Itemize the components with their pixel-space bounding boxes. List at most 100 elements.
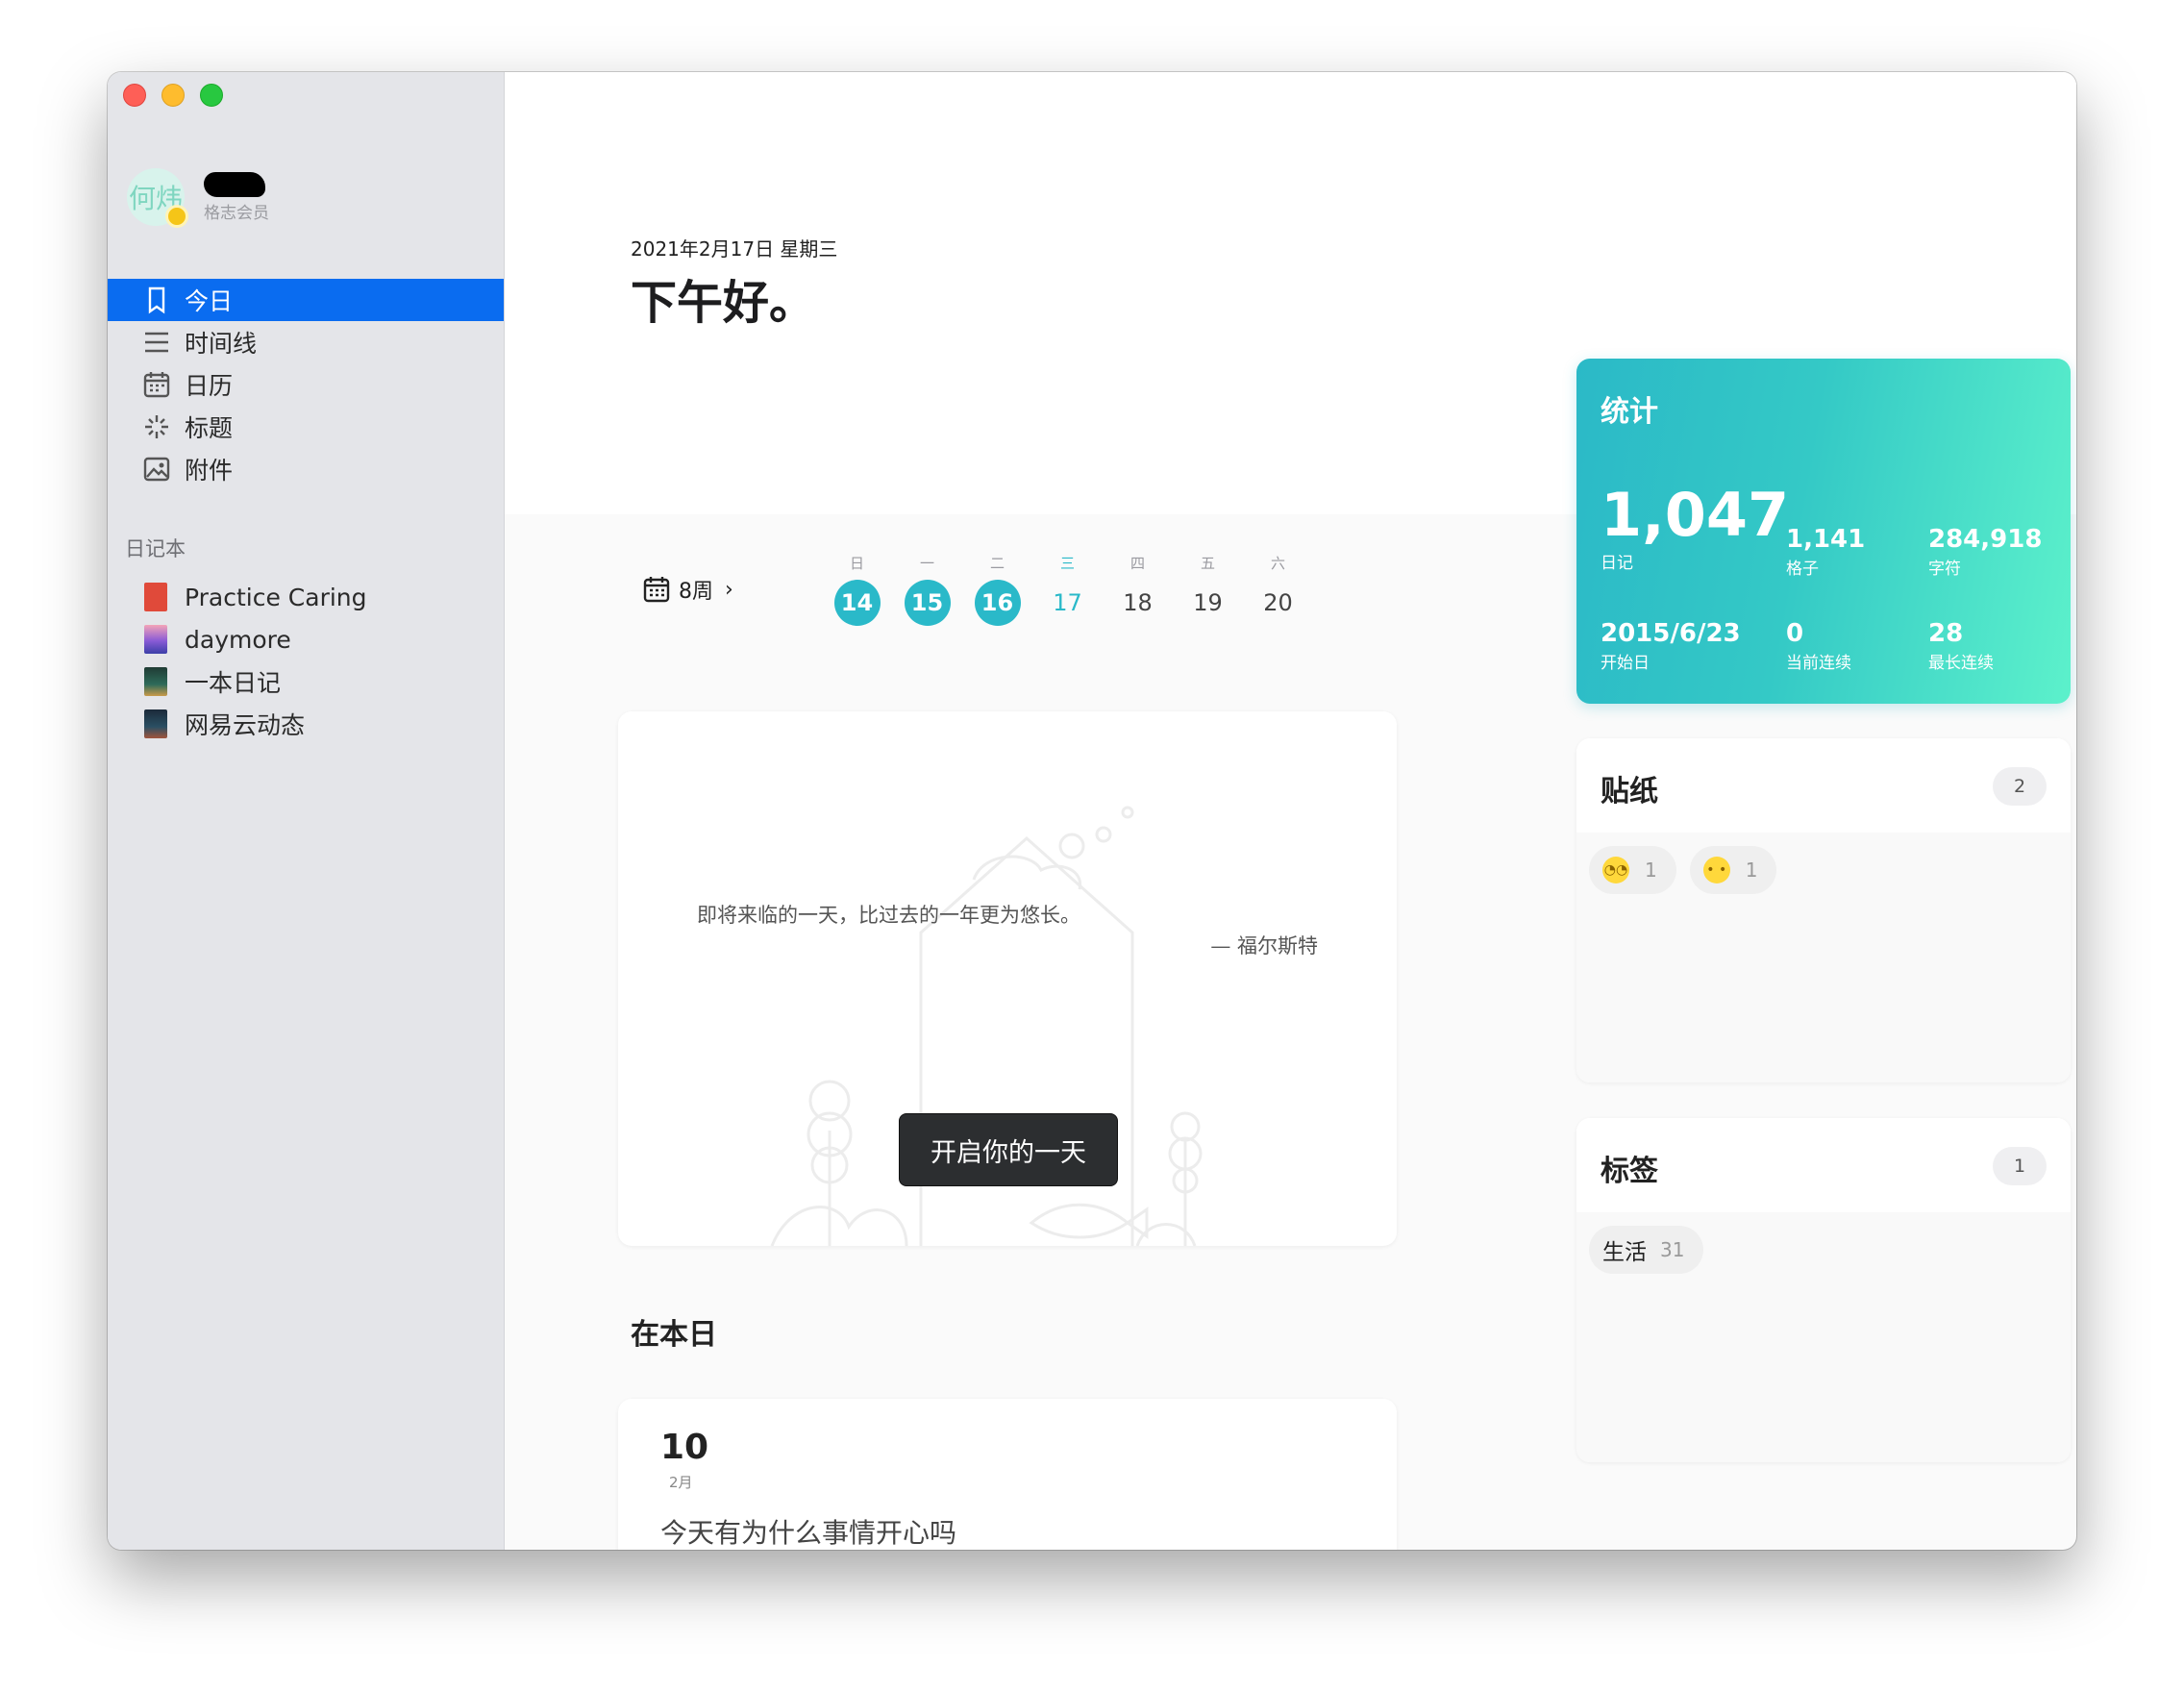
entry-day: 10 — [660, 1428, 709, 1467]
notebooks-section-title: 日记本 — [125, 537, 186, 560]
calendar-icon — [643, 577, 670, 603]
stickers-count-badge: 2 — [1993, 767, 2047, 806]
stat-chars: 284,918 字符 — [1928, 524, 2042, 579]
stat-value: 28 — [1928, 619, 1964, 648]
avatar[interactable]: 何炜 — [127, 168, 188, 228]
sidebar-item-label: 日历 — [185, 372, 234, 400]
day-of-week: 五 — [1200, 555, 1215, 572]
daily-quote-card: 即将来临的一天，比过去的一年更为悠长。 — 福尔斯特 开启你的一天 — [618, 711, 1397, 1246]
tags-panel: 标签 1 生活 31 — [1576, 1118, 2071, 1462]
stats-card[interactable]: 统计 1,047 日记 1,141 格子 284,918 字符 2015/6/2… — [1576, 359, 2071, 704]
notebook-list: Practice Caring daymore 一本日记 网易云动态 — [108, 576, 504, 745]
day-of-week: 六 — [1270, 555, 1285, 572]
sticker-list: ◔◔ 1 • • 1 — [1589, 846, 1777, 894]
day-number: 16 — [974, 580, 1021, 626]
day-16[interactable]: 二 16 — [962, 553, 1032, 626]
minimize-window-button[interactable] — [161, 84, 185, 107]
stat-label: 格子 — [1786, 560, 1819, 579]
sidebar-item-label: 附件 — [185, 457, 234, 485]
current-date: 2021年2月17日 星期三 — [631, 237, 838, 261]
tag-chip-life[interactable]: 生活 31 — [1589, 1226, 1704, 1274]
profile-meta: 格志会员 — [204, 171, 269, 223]
sticker-count: 1 — [1745, 858, 1758, 882]
sidebar-item-titles[interactable]: 标题 — [108, 406, 504, 448]
stat-label: 当前连续 — [1786, 654, 1851, 673]
tags-count-badge: 1 — [1993, 1147, 2047, 1185]
entry-text: 今天有为什么事情开心吗 — [660, 1517, 957, 1549]
notebook-item-practice-caring[interactable]: Practice Caring — [108, 576, 504, 618]
day-20[interactable]: 六 20 — [1243, 553, 1313, 626]
day-number: 18 — [1123, 589, 1153, 616]
greeting-title: 下午好。 — [631, 276, 816, 330]
day-of-week: 日 — [849, 555, 864, 572]
week-label: 8周 — [679, 580, 713, 604]
sidebar-item-timeline[interactable]: 时间线 — [108, 321, 504, 363]
notebook-item-netease-feed[interactable]: 网易云动态 — [108, 703, 504, 745]
redacted-username — [204, 171, 265, 197]
tags-title: 标签 — [1601, 1155, 1658, 1188]
stat-value: 1,141 — [1786, 525, 1866, 554]
stats-title: 统计 — [1601, 395, 1658, 429]
notebook-label: Practice Caring — [185, 583, 367, 611]
day-number: 17 — [1053, 589, 1082, 616]
sidebar-nav: 今日 时间线 日历 标题 附件 — [108, 279, 504, 490]
zoom-window-button[interactable] — [200, 84, 223, 107]
notebook-cover-icon — [144, 625, 167, 654]
day-15[interactable]: 一 15 — [892, 553, 962, 626]
notebook-label: 网易云动态 — [185, 711, 306, 739]
start-day-button[interactable]: 开启你的一天 — [899, 1113, 1118, 1186]
calendar-icon — [143, 372, 170, 398]
day-number: 15 — [904, 580, 951, 626]
quote-author: — 福尔斯特 — [1210, 934, 1318, 958]
stat-entries: 1,047 日记 — [1601, 480, 1790, 574]
sidebar-item-label: 标题 — [185, 414, 234, 442]
notebook-label: 一本日记 — [185, 669, 282, 697]
day-19[interactable]: 五 19 — [1173, 553, 1243, 626]
week-strip: 日 14 一 15 二 16 三 17 四 18 五 19 六 20 — [822, 553, 1313, 626]
window-controls — [123, 84, 223, 107]
day-of-week: 一 — [919, 555, 934, 572]
sidebar-item-label: 今日 — [185, 287, 234, 315]
day-17-today[interactable]: 三 17 — [1032, 553, 1103, 626]
notebook-cover-icon — [144, 667, 167, 696]
app-window: 何炜 格志会员 今日 时间线 日历 标题 附件 日记本 Practice Car… — [108, 72, 2076, 1550]
sidebar-item-today[interactable]: 今日 — [108, 279, 504, 321]
day-of-week: 三 — [1059, 555, 1075, 572]
user-profile[interactable]: 何炜 格志会员 — [127, 168, 269, 228]
tag-count: 31 — [1660, 1238, 1685, 1261]
day-14[interactable]: 日 14 — [822, 553, 892, 626]
member-label: 格志会员 — [204, 203, 269, 223]
day-18[interactable]: 四 18 — [1103, 553, 1173, 626]
sticker-chip[interactable]: ◔◔ 1 — [1589, 846, 1676, 894]
member-medal-icon — [165, 205, 188, 228]
week-selector[interactable]: 8周 › — [642, 574, 733, 605]
notebook-cover-icon — [144, 583, 167, 611]
stat-longest-streak: 28 最长连续 — [1928, 618, 1994, 673]
stat-value: 0 — [1786, 619, 1804, 648]
sidebar-item-calendar[interactable]: 日历 — [108, 363, 504, 406]
notebook-item-daymore[interactable]: daymore — [108, 618, 504, 660]
stat-value: 2015/6/23 — [1601, 619, 1741, 648]
image-icon — [143, 457, 170, 482]
stat-label: 日记 — [1601, 554, 1633, 573]
stickers-header: 贴纸 2 — [1576, 738, 2071, 833]
quote-text: 即将来临的一天，比过去的一年更为悠长。 — [697, 904, 1080, 927]
sidebar-item-attachments[interactable]: 附件 — [108, 448, 504, 490]
notebook-item-yiben-diary[interactable]: 一本日记 — [108, 660, 504, 703]
stat-label: 字符 — [1928, 560, 1961, 579]
chevron-right-icon[interactable]: › — [725, 578, 733, 602]
stickers-panel: 贴纸 2 ◔◔ 1 • • 1 — [1576, 738, 2071, 1082]
day-number: 20 — [1263, 589, 1293, 616]
stat-value: 1,047 — [1601, 480, 1790, 550]
stat-value: 284,918 — [1928, 525, 2043, 554]
main-content: 2021年2月17日 星期三 下午好。 8周 › 日 14 一 15 二 16 … — [505, 72, 2076, 1550]
on-this-day-entry[interactable]: 10 2月 今天有为什么事情开心吗 — [618, 1399, 1397, 1550]
sticker-chip[interactable]: • • 1 — [1689, 846, 1777, 894]
sidebar: 何炜 格志会员 今日 时间线 日历 标题 附件 日记本 Practice Car… — [108, 72, 505, 1550]
notebook-cover-icon — [144, 709, 167, 738]
stat-current-streak: 0 当前连续 — [1786, 618, 1851, 673]
stat-label: 开始日 — [1601, 654, 1650, 673]
close-window-button[interactable] — [123, 84, 146, 107]
tags-header: 标签 1 — [1576, 1118, 2071, 1212]
confused-face-icon: • • — [1702, 857, 1730, 883]
